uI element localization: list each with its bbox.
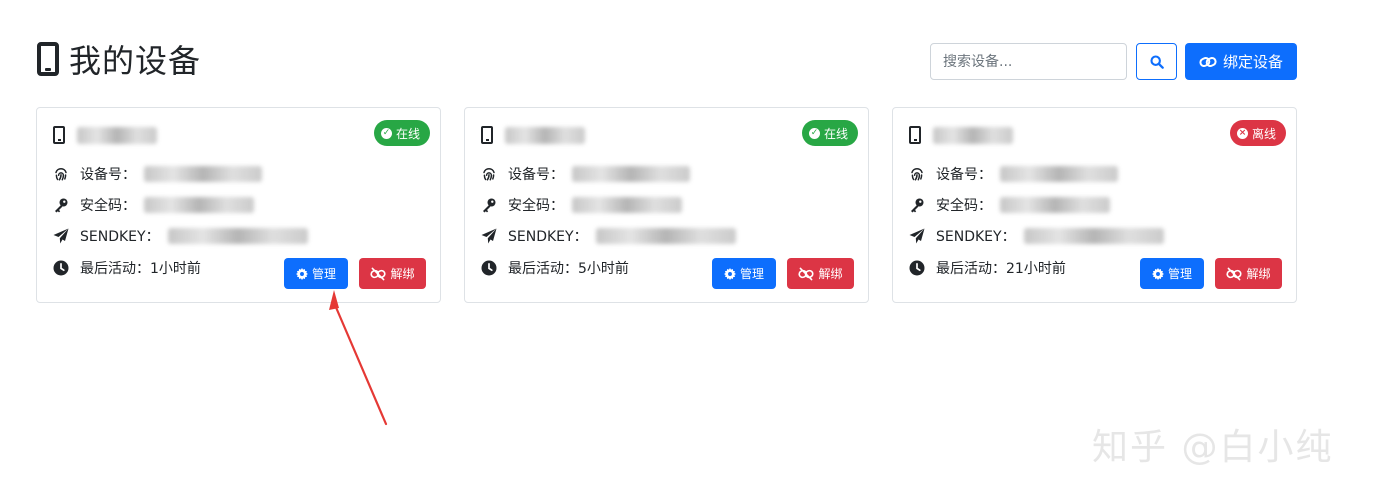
last-active-label: 最后活动： xyxy=(936,261,1006,277)
sendkey-value xyxy=(167,228,308,244)
status-badge: ✓ 在线 xyxy=(801,120,858,146)
clock-icon xyxy=(481,260,497,276)
unbind-label: 解绑 xyxy=(818,267,843,281)
device-name xyxy=(77,126,157,144)
clock-icon xyxy=(909,260,925,276)
sendkey-label: SENDKEY： xyxy=(508,229,588,245)
key-icon xyxy=(909,197,925,213)
check-circle-icon: ✓ xyxy=(380,127,392,139)
manage-label: 管理 xyxy=(739,267,764,281)
status-label: 离线 xyxy=(1251,126,1276,141)
sendkey-label: SENDKEY： xyxy=(936,229,1016,245)
mobile-phone-icon xyxy=(53,126,65,144)
security-code-row: 安全码： xyxy=(909,195,1110,215)
device-id-value xyxy=(572,166,690,182)
sendkey-label: SENDKEY： xyxy=(80,229,160,245)
bind-device-button[interactable]: 绑定设备 xyxy=(1185,43,1297,80)
mobile-phone-icon xyxy=(909,126,921,144)
fingerprint-icon xyxy=(53,166,69,182)
paper-plane-icon xyxy=(53,228,69,244)
unbind-button[interactable]: 解绑 xyxy=(1215,258,1282,289)
unlink-icon xyxy=(1226,267,1243,280)
fingerprint-icon xyxy=(909,166,925,182)
x-circle-icon: × xyxy=(1236,127,1248,139)
status-label: 在线 xyxy=(395,126,420,141)
last-active-value: 21小时前 xyxy=(1006,261,1066,277)
last-active-label: 最后活动： xyxy=(508,261,578,277)
page-title-text: 我的设备 xyxy=(69,42,202,80)
device-id-row: 设备号： xyxy=(909,164,1118,184)
sendkey-value xyxy=(1023,228,1164,244)
status-label: 在线 xyxy=(823,126,848,141)
unbind-button[interactable]: 解绑 xyxy=(359,258,426,289)
unlink-icon xyxy=(798,267,815,280)
search-input[interactable] xyxy=(930,43,1127,80)
device-card: ✓ 在线 设备号： 安全码： xyxy=(464,107,869,303)
device-id-label: 设备号： xyxy=(936,167,992,183)
manage-label: 管理 xyxy=(311,267,336,281)
gear-icon xyxy=(723,267,736,280)
last-active-row: 最后活动： 1小时前 xyxy=(53,258,201,278)
device-name-row xyxy=(481,126,585,144)
unbind-button[interactable]: 解绑 xyxy=(787,258,854,289)
status-badge: × 离线 xyxy=(1229,120,1286,146)
manage-label: 管理 xyxy=(1167,267,1192,281)
paper-plane-icon xyxy=(909,228,925,244)
fingerprint-icon xyxy=(481,166,497,182)
security-code-row: 安全码： xyxy=(481,195,682,215)
security-code-label: 安全码： xyxy=(936,198,992,214)
device-id-label: 设备号： xyxy=(80,167,136,183)
mobile-phone-icon xyxy=(37,42,59,76)
device-card: ✓ 在线 设备号： 安全码： xyxy=(36,107,441,303)
watermark: 知乎 @白小纯 xyxy=(1092,427,1334,468)
manage-button[interactable]: 管理 xyxy=(284,258,348,289)
security-code-value xyxy=(144,197,254,213)
security-code-value xyxy=(572,197,682,213)
clock-icon xyxy=(53,260,69,276)
check-circle-icon: ✓ xyxy=(808,127,820,139)
last-active-label: 最后活动： xyxy=(80,261,150,277)
security-code-label: 安全码： xyxy=(508,198,564,214)
link-icon xyxy=(1199,56,1217,67)
device-name-row xyxy=(53,126,157,144)
gear-icon xyxy=(1151,267,1164,280)
search-icon xyxy=(1149,54,1164,69)
mobile-phone-icon xyxy=(481,126,493,144)
device-id-value xyxy=(144,166,262,182)
last-active-row: 最后活动： 5小时前 xyxy=(481,258,629,278)
unbind-label: 解绑 xyxy=(390,267,415,281)
security-code-value xyxy=(1000,197,1110,213)
unlink-icon xyxy=(370,267,387,280)
sendkey-value xyxy=(595,228,736,244)
security-code-label: 安全码： xyxy=(80,198,136,214)
bind-device-label: 绑定设备 xyxy=(1222,53,1283,71)
page-title: 我的设备 xyxy=(37,38,201,80)
key-icon xyxy=(53,197,69,213)
key-icon xyxy=(481,197,497,213)
status-badge: ✓ 在线 xyxy=(373,120,430,146)
device-id-row: 设备号： xyxy=(53,164,262,184)
unbind-label: 解绑 xyxy=(1246,267,1271,281)
sendkey-row: SENDKEY： xyxy=(53,226,308,246)
security-code-row: 安全码： xyxy=(53,195,254,215)
last-active-value: 1小时前 xyxy=(150,261,201,277)
manage-button[interactable]: 管理 xyxy=(1140,258,1204,289)
device-id-value xyxy=(1000,166,1118,182)
device-id-label: 设备号： xyxy=(508,167,564,183)
device-card: × 离线 设备号： 安全码： SENDKEY： 最后活动： 21小时前 管理 解… xyxy=(892,107,1297,303)
device-name-row xyxy=(909,126,1013,144)
device-name xyxy=(505,126,585,144)
gear-icon xyxy=(295,267,308,280)
last-active-row: 最后活动： 21小时前 xyxy=(909,258,1066,278)
device-id-row: 设备号： xyxy=(481,164,690,184)
sendkey-row: SENDKEY： xyxy=(909,226,1164,246)
paper-plane-icon xyxy=(481,228,497,244)
device-name xyxy=(933,126,1013,144)
manage-button[interactable]: 管理 xyxy=(712,258,776,289)
last-active-value: 5小时前 xyxy=(578,261,629,277)
sendkey-row: SENDKEY： xyxy=(481,226,736,246)
search-button[interactable] xyxy=(1136,43,1177,80)
